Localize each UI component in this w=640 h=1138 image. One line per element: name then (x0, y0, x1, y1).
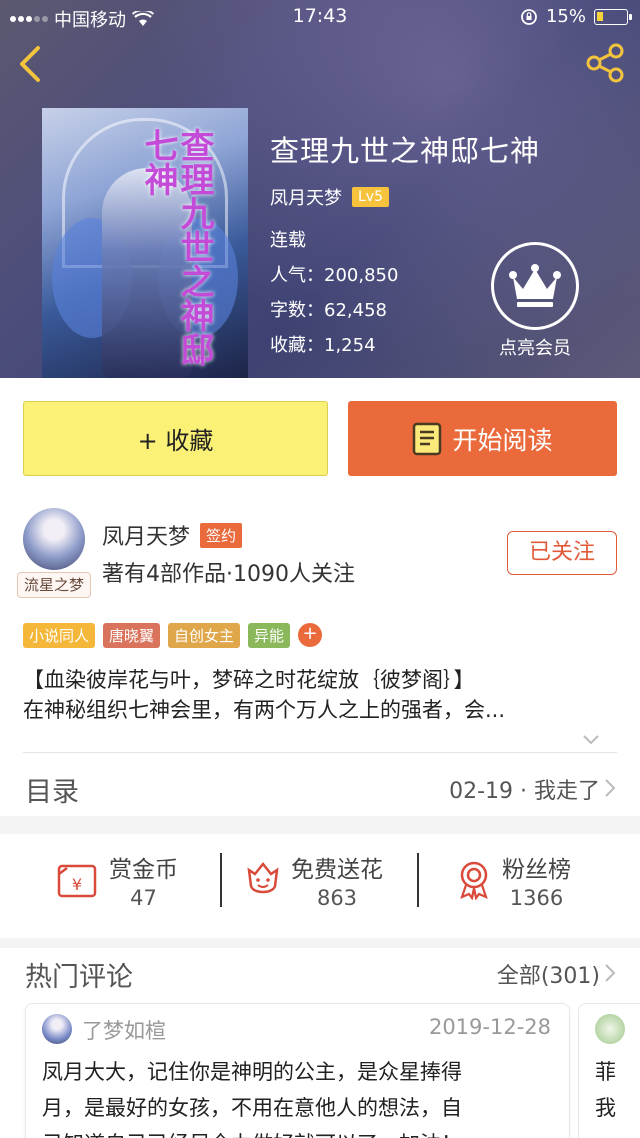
toc-label[interactable]: 目录 (25, 770, 79, 809)
stat-label: 粉丝榜 (502, 857, 571, 883)
vip-button[interactable]: 点亮会员 (491, 242, 581, 360)
author-level-badge: Lv5 (352, 187, 389, 207)
comment-card[interactable]: 了梦如楦 2019-12-28 凤月大大，记住你是神明的公主，是众星捧得 月，是… (25, 1003, 570, 1138)
description-line: 【血染彼岸花与叶，梦碎之时花绽放｛彼梦阁｝】 (23, 668, 475, 692)
start-reading-label: 开始阅读 (452, 425, 553, 455)
chevron-left-icon (20, 46, 40, 82)
expand-description-button[interactable] (582, 730, 600, 749)
book-author[interactable]: 凤月天梦 (270, 184, 342, 210)
signed-badge: 签约 (200, 522, 243, 548)
all-comments-link[interactable]: 全部(301) (497, 958, 600, 990)
book-icon (413, 422, 442, 455)
comment-line: 月，是最好的女孩，不用在意他人的想法，自 (42, 1096, 462, 1120)
divider (220, 853, 222, 907)
commenter-avatar[interactable] (595, 1014, 625, 1044)
battery-icon (594, 8, 632, 25)
stat-value: 47 (130, 886, 157, 910)
stat-label: 免费送花 (291, 857, 383, 883)
add-tag-button[interactable]: + (298, 623, 323, 647)
follow-button[interactable]: 已关注 (507, 531, 617, 575)
vip-label: 点亮会员 (499, 338, 571, 359)
medal-icon (460, 861, 488, 900)
flower-icon (247, 861, 279, 894)
crown-icon (509, 264, 561, 307)
book-description[interactable]: 【血染彼岸花与叶，梦碎之时花绽放｛彼梦阁｝】 在神秘组织七神会里，有两个万人之上… (23, 665, 617, 725)
comment-line: 我 (595, 1096, 616, 1120)
book-cover[interactable]: 查理九世之神邸七神 (42, 108, 248, 378)
latest-chapter[interactable]: 02-19 · 我走了 (449, 773, 600, 805)
commenter-name[interactable]: 了梦如楦 (82, 1015, 166, 1045)
stat-value: 1366 (509, 886, 564, 910)
toc-chevron-icon[interactable] (604, 778, 616, 802)
share-button[interactable] (584, 42, 626, 88)
tag-list: 小说同人 唐晓翼 自创女主 异能 + (23, 623, 323, 648)
divider (23, 752, 617, 753)
author-name[interactable]: 凤月天梦 (102, 519, 190, 551)
battery-percent: 15% (545, 6, 586, 27)
tag[interactable]: 自创女主 (168, 623, 241, 648)
rotation-lock-icon (521, 8, 537, 25)
description-line: 在神秘组织七神会里，有两个万人之上的强者，会... (23, 698, 506, 722)
author-avatar[interactable] (23, 508, 85, 570)
stat-label: 赏金币 (109, 857, 178, 883)
favorite-button[interactable]: + 收藏 (23, 401, 328, 476)
stat-value: 863 (316, 886, 358, 910)
reward-coins-button[interactable]: ¥ 赏金币 47 (57, 850, 178, 910)
share-icon (586, 43, 624, 83)
author-stats: 著有4部作品·1090人关注 (102, 562, 355, 587)
cover-title: 查理九世之神邸七神 (138, 128, 214, 366)
tag[interactable]: 异能 (248, 623, 291, 648)
send-flower-button[interactable]: 免费送花 863 (245, 850, 383, 910)
chevron-down-icon (583, 735, 599, 745)
divider (417, 853, 419, 907)
coin-envelope-icon: ¥ (57, 864, 97, 898)
chevron-right-icon[interactable] (604, 963, 616, 987)
author-avatar-tag: 流星之梦 (17, 572, 91, 598)
tag[interactable]: 唐晓翼 (103, 623, 161, 648)
tag[interactable]: 小说同人 (23, 623, 96, 648)
comment-line: 凤月大大，记住你是神明的公主，是众星捧得 (42, 1060, 462, 1084)
commenter-avatar[interactable] (42, 1014, 72, 1044)
comment-date: 2019-12-28 (428, 1015, 551, 1039)
hot-comments-label: 热门评论 (25, 962, 133, 993)
start-reading-button[interactable]: 开始阅读 (348, 401, 617, 476)
back-button[interactable] (16, 44, 42, 88)
fan-ranking-button[interactable]: 粉丝榜 1366 (456, 850, 571, 910)
comment-line: 菲 (595, 1060, 616, 1084)
svg-text:¥: ¥ (72, 875, 82, 894)
comment-text: 凤月大大，记住你是神明的公主，是众星捧得 月，是最好的女孩，不用在意他人的想法，… (42, 1054, 554, 1138)
comment-card[interactable]: 菲 我 (578, 1003, 640, 1138)
book-title: 查理九世之神邸七神 (270, 134, 541, 168)
status-bar: 中国移动 17:43 15% (0, 0, 640, 34)
comment-text: 菲 我 (595, 1054, 616, 1126)
comment-line: 己知道自己已经尽全力做好就可以了，加油！ (42, 1126, 554, 1138)
